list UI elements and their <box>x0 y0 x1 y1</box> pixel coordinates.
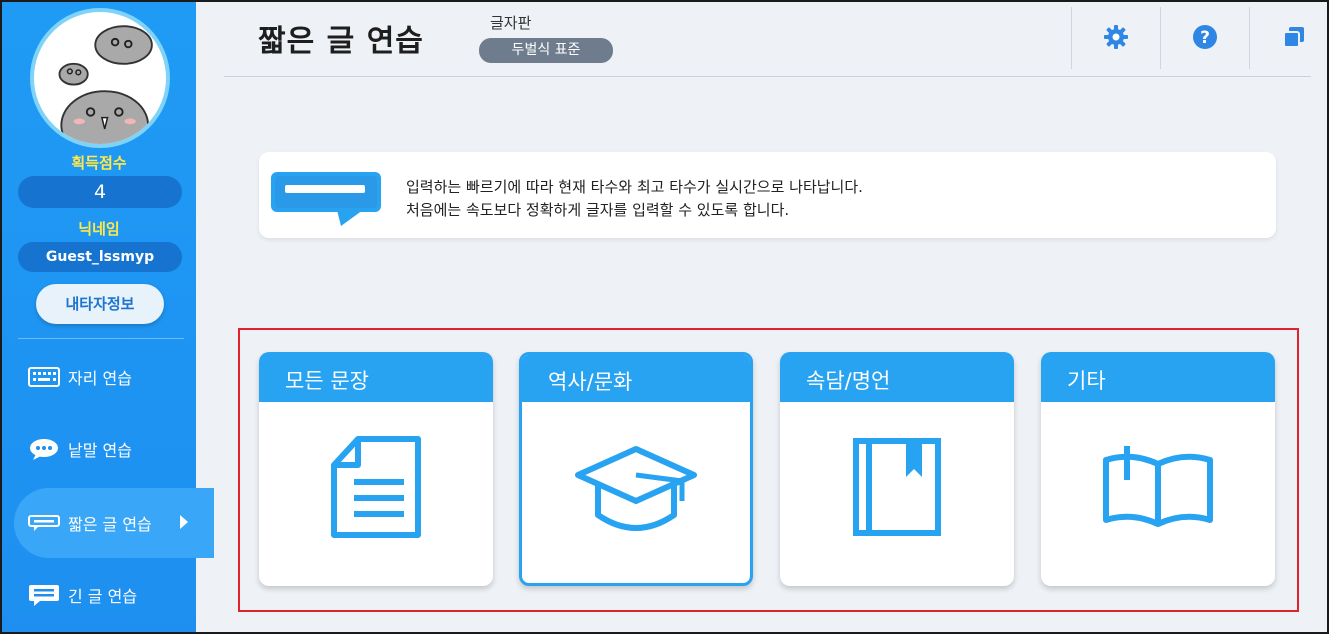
window-icon <box>1283 27 1304 48</box>
svg-text:?: ? <box>1200 28 1210 48</box>
sidebar: 획득점수 4 닉네임 Guest_lssmyp 내타자정보 자리 연습 낱말 연… <box>2 2 214 632</box>
gear-icon <box>1104 25 1128 49</box>
card-title: 역사/문화 <box>522 355 750 402</box>
active-arrow-icon <box>180 515 188 529</box>
my-info-button[interactable]: 내타자정보 <box>36 284 164 324</box>
bookmark-book-icon <box>780 432 1014 542</box>
category-card-all-sentences[interactable]: 모든 문장 <box>259 352 493 586</box>
help-button[interactable]: ? <box>1188 20 1222 54</box>
card-title: 기타 <box>1041 352 1275 402</box>
info-box: 입력하는 빠르기에 따라 현재 타수와 최고 타수가 실시간으로 나타납니다. … <box>259 152 1276 238</box>
window-mode-button[interactable] <box>1277 20 1311 54</box>
document-icon <box>259 432 493 542</box>
graduation-cap-icon <box>522 435 750 545</box>
sidebar-item-short-text-practice[interactable]: 짧은 글 연습 <box>14 488 214 558</box>
sidebar-item-label: 낱말 연습 <box>68 441 132 460</box>
score-label: 획득점수 <box>71 154 127 172</box>
speech-bubble-icon <box>28 438 60 460</box>
category-card-history-culture[interactable]: 역사/문화 <box>519 352 753 586</box>
sidebar-item-label: 짧은 글 연습 <box>68 515 152 534</box>
nickname-label: 닉네임 <box>78 220 120 238</box>
long-text-icon <box>28 584 60 606</box>
potato-avatar-icon <box>58 25 153 144</box>
header-separator <box>1071 7 1072 69</box>
settings-button[interactable] <box>1099 20 1133 54</box>
open-book-icon <box>1041 432 1275 542</box>
sidebar-item-label: 긴 글 연습 <box>68 587 138 606</box>
card-title: 속담/명언 <box>780 352 1014 402</box>
keyboard-icon <box>28 366 60 388</box>
help-icon: ? <box>1193 25 1217 49</box>
card-title: 모든 문장 <box>259 352 493 402</box>
category-card-proverbs-quotes[interactable]: 속담/명언 <box>780 352 1014 586</box>
sidebar-item-long-text-practice[interactable]: 긴 글 연습 <box>2 560 196 630</box>
keyboard-layout-label: 글자판 <box>490 14 532 32</box>
sidebar-item-label: 자리 연습 <box>68 369 132 388</box>
short-text-icon <box>28 512 60 534</box>
sidebar-item-position-practice[interactable]: 자리 연습 <box>2 342 196 412</box>
category-card-other[interactable]: 기타 <box>1041 352 1275 586</box>
nickname-value: Guest_lssmyp <box>18 242 182 272</box>
info-text-line-2: 처음에는 속도보다 정확하게 글자를 입력할 수 있도록 합니다. <box>406 201 790 219</box>
header-separator <box>1249 7 1250 69</box>
app-window: 획득점수 4 닉네임 Guest_lssmyp 내타자정보 자리 연습 낱말 연… <box>0 0 1329 634</box>
page-title: 짧은 글 연습 <box>258 24 424 59</box>
keyboard-layout-select[interactable]: 두벌식 표준 <box>479 38 613 63</box>
sidebar-divider <box>18 338 184 339</box>
score-value: 4 <box>18 176 182 208</box>
info-text-line-1: 입력하는 빠르기에 따라 현재 타수와 최고 타수가 실시간으로 나타납니다. <box>406 178 863 196</box>
sidebar-item-word-practice[interactable]: 낱말 연습 <box>2 414 196 484</box>
header-divider <box>224 76 1311 77</box>
avatar[interactable] <box>30 8 170 148</box>
header-separator <box>1160 7 1161 69</box>
message-bubble-icon <box>271 172 383 226</box>
